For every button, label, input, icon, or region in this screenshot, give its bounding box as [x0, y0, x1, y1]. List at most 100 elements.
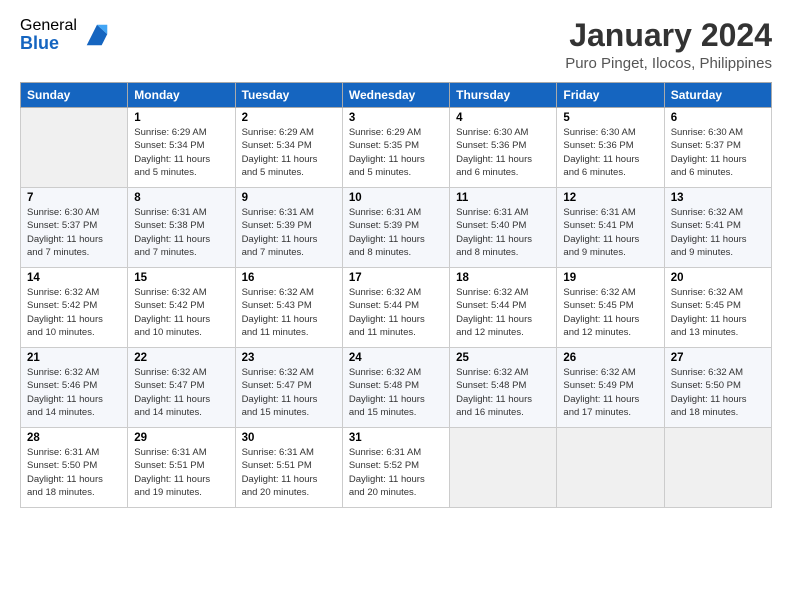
table-row: 17 Sunrise: 6:32 AM Sunset: 5:44 PM Dayli… [342, 268, 449, 348]
day-number: 17 [349, 272, 443, 284]
day-number: 10 [349, 192, 443, 204]
day-info: Sunrise: 6:29 AM Sunset: 5:34 PM Dayligh… [242, 126, 336, 179]
day-number: 2 [242, 112, 336, 124]
day-info: Sunrise: 6:30 AM Sunset: 5:37 PM Dayligh… [27, 206, 121, 259]
table-row: 14Sunrise: 6:32 AM Sunset: 5:42 PM Dayli… [21, 268, 128, 348]
day-info: Sunrise: 6:31 AM Sunset: 5:51 PM Dayligh… [242, 446, 336, 499]
day-number: 6 [671, 112, 765, 124]
table-row: 23 Sunrise: 6:32 AM Sunset: 5:47 PM Dayli… [235, 348, 342, 428]
day-info: Sunrise: 6:30 AM Sunset: 5:36 PM Dayligh… [456, 126, 550, 179]
table-row: 8 Sunrise: 6:31 AM Sunset: 5:38 PM Daylig… [128, 188, 235, 268]
table-row: 5 Sunrise: 6:30 AM Sunset: 5:36 PM Daylig… [557, 108, 664, 188]
table-row: 19Sunrise: 6:32 AM Sunset: 5:45 PM Dayli… [557, 268, 664, 348]
day-number: 21 [27, 352, 121, 364]
day-info: Sunrise: 6:30 AM Sunset: 5:36 PM Dayligh… [563, 126, 657, 179]
table-row [664, 428, 771, 508]
day-info: Sunrise: 6:31 AM Sunset: 5:39 PM Dayligh… [349, 206, 443, 259]
day-info: Sunrise: 6:31 AM Sunset: 5:51 PM Dayligh… [134, 446, 228, 499]
calendar-table: Sunday Monday Tuesday Wednesday Thursday… [20, 82, 772, 508]
day-info: Sunrise: 6:32 AM Sunset: 5:48 PM Dayligh… [456, 366, 550, 419]
month-title: January 2024 [565, 18, 772, 53]
table-row [21, 108, 128, 188]
col-thursday: Thursday [450, 83, 557, 108]
title-block: January 2024 Puro Pinget, Ilocos, Philip… [565, 18, 772, 72]
day-number: 4 [456, 112, 550, 124]
day-number: 20 [671, 272, 765, 284]
table-row: 13 Sunrise: 6:32 AM Sunset: 5:41 PM Dayli… [664, 188, 771, 268]
day-number: 28 [27, 432, 121, 444]
table-row [450, 428, 557, 508]
calendar-week-2: 7Sunrise: 6:30 AM Sunset: 5:37 PM Daylig… [21, 188, 772, 268]
day-number: 13 [671, 192, 765, 204]
day-number: 25 [456, 352, 550, 364]
day-info: Sunrise: 6:32 AM Sunset: 5:46 PM Dayligh… [27, 366, 121, 419]
col-wednesday: Wednesday [342, 83, 449, 108]
day-number: 18 [456, 272, 550, 284]
logo-blue: Blue [20, 34, 77, 52]
table-row: 28 Sunrise: 6:31 AM Sunset: 5:50 PM Dayli… [21, 428, 128, 508]
table-row: 3Sunrise: 6:29 AM Sunset: 5:35 PM Daylig… [342, 108, 449, 188]
table-row: 1 Sunrise: 6:29 AM Sunset: 5:34 PM Daylig… [128, 108, 235, 188]
day-number: 1 [134, 112, 228, 124]
day-number: 8 [134, 192, 228, 204]
day-info: Sunrise: 6:30 AM Sunset: 5:37 PM Dayligh… [671, 126, 765, 179]
table-row: 26 Sunrise: 6:32 AM Sunset: 5:49 PM Dayli… [557, 348, 664, 428]
table-row: 29 Sunrise: 6:31 AM Sunset: 5:51 PM Dayli… [128, 428, 235, 508]
day-number: 27 [671, 352, 765, 364]
day-info: Sunrise: 6:31 AM Sunset: 5:38 PM Dayligh… [134, 206, 228, 259]
calendar-header: Sunday Monday Tuesday Wednesday Thursday… [21, 83, 772, 108]
logo-general: General [20, 18, 77, 34]
calendar-week-3: 14 Sunrise: 6:32 AM Sunset: 5:42 PM Dayli… [21, 268, 772, 348]
day-info: Sunrise: 6:32 AM Sunset: 5:49 PM Dayligh… [563, 366, 657, 419]
table-row: 18 Sunrise: 6:32 AM Sunset: 5:44 PM Dayli… [450, 268, 557, 348]
day-number: 12 [563, 192, 657, 204]
table-row: 11Sunrise: 6:31 AM Sunset: 5:40 PM Dayli… [450, 188, 557, 268]
table-row: 22 Sunrise: 6:32 AM Sunset: 5:47 PM Dayli… [128, 348, 235, 428]
day-info: Sunrise: 6:32 AM Sunset: 5:44 PM Dayligh… [349, 286, 443, 339]
table-row: 20Sunrise: 6:32 AM Sunset: 5:45 PM Dayli… [664, 268, 771, 348]
day-number: 23 [242, 352, 336, 364]
day-info: Sunrise: 6:31 AM Sunset: 5:41 PM Dayligh… [563, 206, 657, 259]
day-info: Sunrise: 6:32 AM Sunset: 5:48 PM Dayligh… [349, 366, 443, 419]
logo-icon [83, 21, 111, 49]
day-info: Sunrise: 6:32 AM Sunset: 5:42 PM Dayligh… [134, 286, 228, 339]
day-info: Sunrise: 6:32 AM Sunset: 5:44 PM Dayligh… [456, 286, 550, 339]
table-row: 6 Sunrise: 6:30 AM Sunset: 5:37 PM Daylig… [664, 108, 771, 188]
col-monday: Monday [128, 83, 235, 108]
day-number: 30 [242, 432, 336, 444]
table-row: 21 Sunrise: 6:32 AM Sunset: 5:46 PM Dayli… [21, 348, 128, 428]
day-number: 16 [242, 272, 336, 284]
day-info: Sunrise: 6:32 AM Sunset: 5:50 PM Dayligh… [671, 366, 765, 419]
table-row: 12 Sunrise: 6:31 AM Sunset: 5:41 PM Dayli… [557, 188, 664, 268]
day-info: Sunrise: 6:31 AM Sunset: 5:52 PM Dayligh… [349, 446, 443, 499]
header: General Blue January 2024 Puro Pinget, I… [20, 18, 772, 72]
day-info: Sunrise: 6:32 AM Sunset: 5:47 PM Dayligh… [242, 366, 336, 419]
table-row: 31Sunrise: 6:31 AM Sunset: 5:52 PM Dayli… [342, 428, 449, 508]
day-number: 22 [134, 352, 228, 364]
logo-text: General Blue [20, 18, 77, 52]
page: General Blue January 2024 Puro Pinget, I… [0, 0, 792, 612]
day-number: 5 [563, 112, 657, 124]
calendar-week-5: 28 Sunrise: 6:31 AM Sunset: 5:50 PM Dayli… [21, 428, 772, 508]
day-number: 14 [27, 272, 121, 284]
day-info: Sunrise: 6:29 AM Sunset: 5:34 PM Dayligh… [134, 126, 228, 179]
table-row: 25 Sunrise: 6:32 AM Sunset: 5:48 PM Dayli… [450, 348, 557, 428]
table-row: 16Sunrise: 6:32 AM Sunset: 5:43 PM Dayli… [235, 268, 342, 348]
day-number: 15 [134, 272, 228, 284]
col-friday: Friday [557, 83, 664, 108]
table-row: 10 Sunrise: 6:31 AM Sunset: 5:39 PM Dayli… [342, 188, 449, 268]
day-number: 9 [242, 192, 336, 204]
col-sunday: Sunday [21, 83, 128, 108]
day-number: 24 [349, 352, 443, 364]
day-number: 26 [563, 352, 657, 364]
table-row: 27 Sunrise: 6:32 AM Sunset: 5:50 PM Dayli… [664, 348, 771, 428]
day-info: Sunrise: 6:32 AM Sunset: 5:47 PM Dayligh… [134, 366, 228, 419]
day-number: 29 [134, 432, 228, 444]
day-info: Sunrise: 6:31 AM Sunset: 5:50 PM Dayligh… [27, 446, 121, 499]
table-row: 15 Sunrise: 6:32 AM Sunset: 5:42 PM Dayli… [128, 268, 235, 348]
day-info: Sunrise: 6:32 AM Sunset: 5:41 PM Dayligh… [671, 206, 765, 259]
day-info: Sunrise: 6:31 AM Sunset: 5:39 PM Dayligh… [242, 206, 336, 259]
col-tuesday: Tuesday [235, 83, 342, 108]
header-row: Sunday Monday Tuesday Wednesday Thursday… [21, 83, 772, 108]
day-info: Sunrise: 6:29 AM Sunset: 5:35 PM Dayligh… [349, 126, 443, 179]
